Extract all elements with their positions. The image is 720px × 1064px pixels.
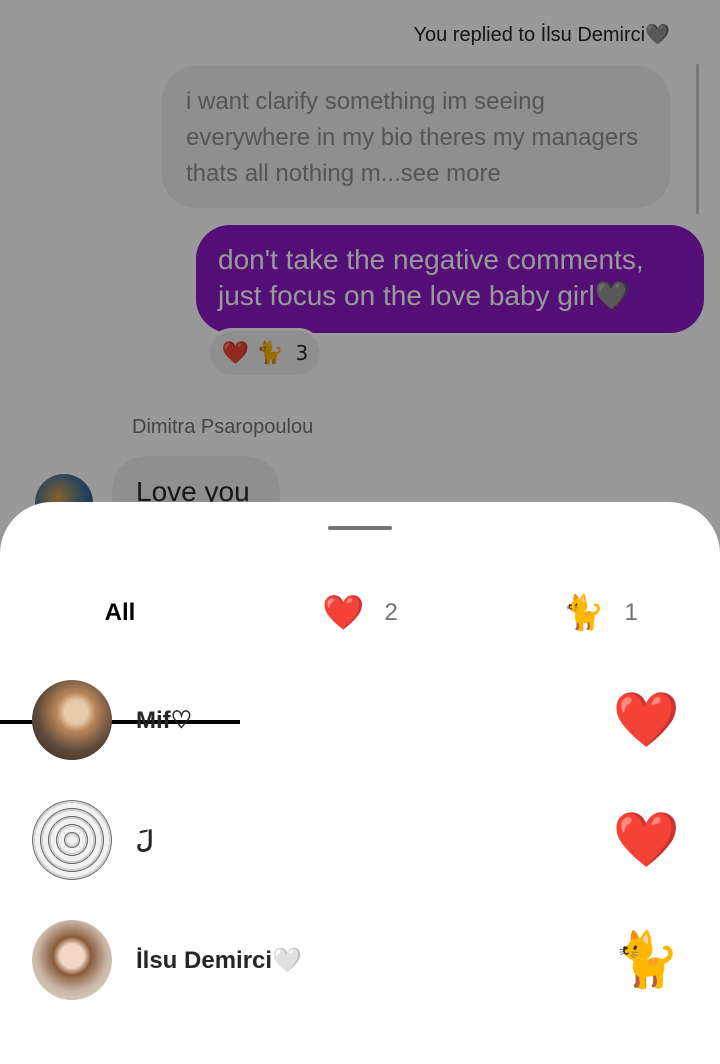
- cat-icon: 🐈: [612, 928, 680, 991]
- reactor-name: Mif♡: [136, 706, 193, 734]
- reactor-row[interactable]: İlsu Demirci🤍 🐈: [0, 900, 720, 1020]
- avatar[interactable]: [32, 920, 112, 1000]
- tab-cat-count: 1: [624, 599, 638, 626]
- heart-icon: ❤️: [612, 688, 680, 751]
- tab-heart-count: 2: [384, 599, 398, 626]
- tab-all-label: All: [104, 599, 136, 626]
- avatar[interactable]: [32, 680, 112, 760]
- avatar[interactable]: [32, 800, 112, 880]
- drag-handle[interactable]: [328, 526, 392, 530]
- reaction-tabs: All ❤️ 2 🐈 1: [0, 566, 720, 724]
- tab-cat[interactable]: 🐈 1: [480, 566, 720, 660]
- reactor-name: لَ: [136, 826, 154, 854]
- tab-heart[interactable]: ❤️ 2: [240, 566, 480, 660]
- reactor-row[interactable]: لَ ❤️: [0, 780, 720, 900]
- tab-all[interactable]: All: [0, 566, 240, 660]
- heart-icon: ❤️: [612, 808, 680, 871]
- cat-icon: 🐈: [562, 593, 605, 633]
- reactor-row[interactable]: Mif♡ ❤️: [0, 660, 720, 780]
- reactions-bottom-sheet: All ❤️ 2 🐈 1 Mif♡ ❤️ لَ ❤️ İlsu Demirci🤍…: [0, 502, 720, 1064]
- heart-icon: ❤️: [322, 593, 365, 633]
- reactor-name: İlsu Demirci🤍: [136, 946, 302, 974]
